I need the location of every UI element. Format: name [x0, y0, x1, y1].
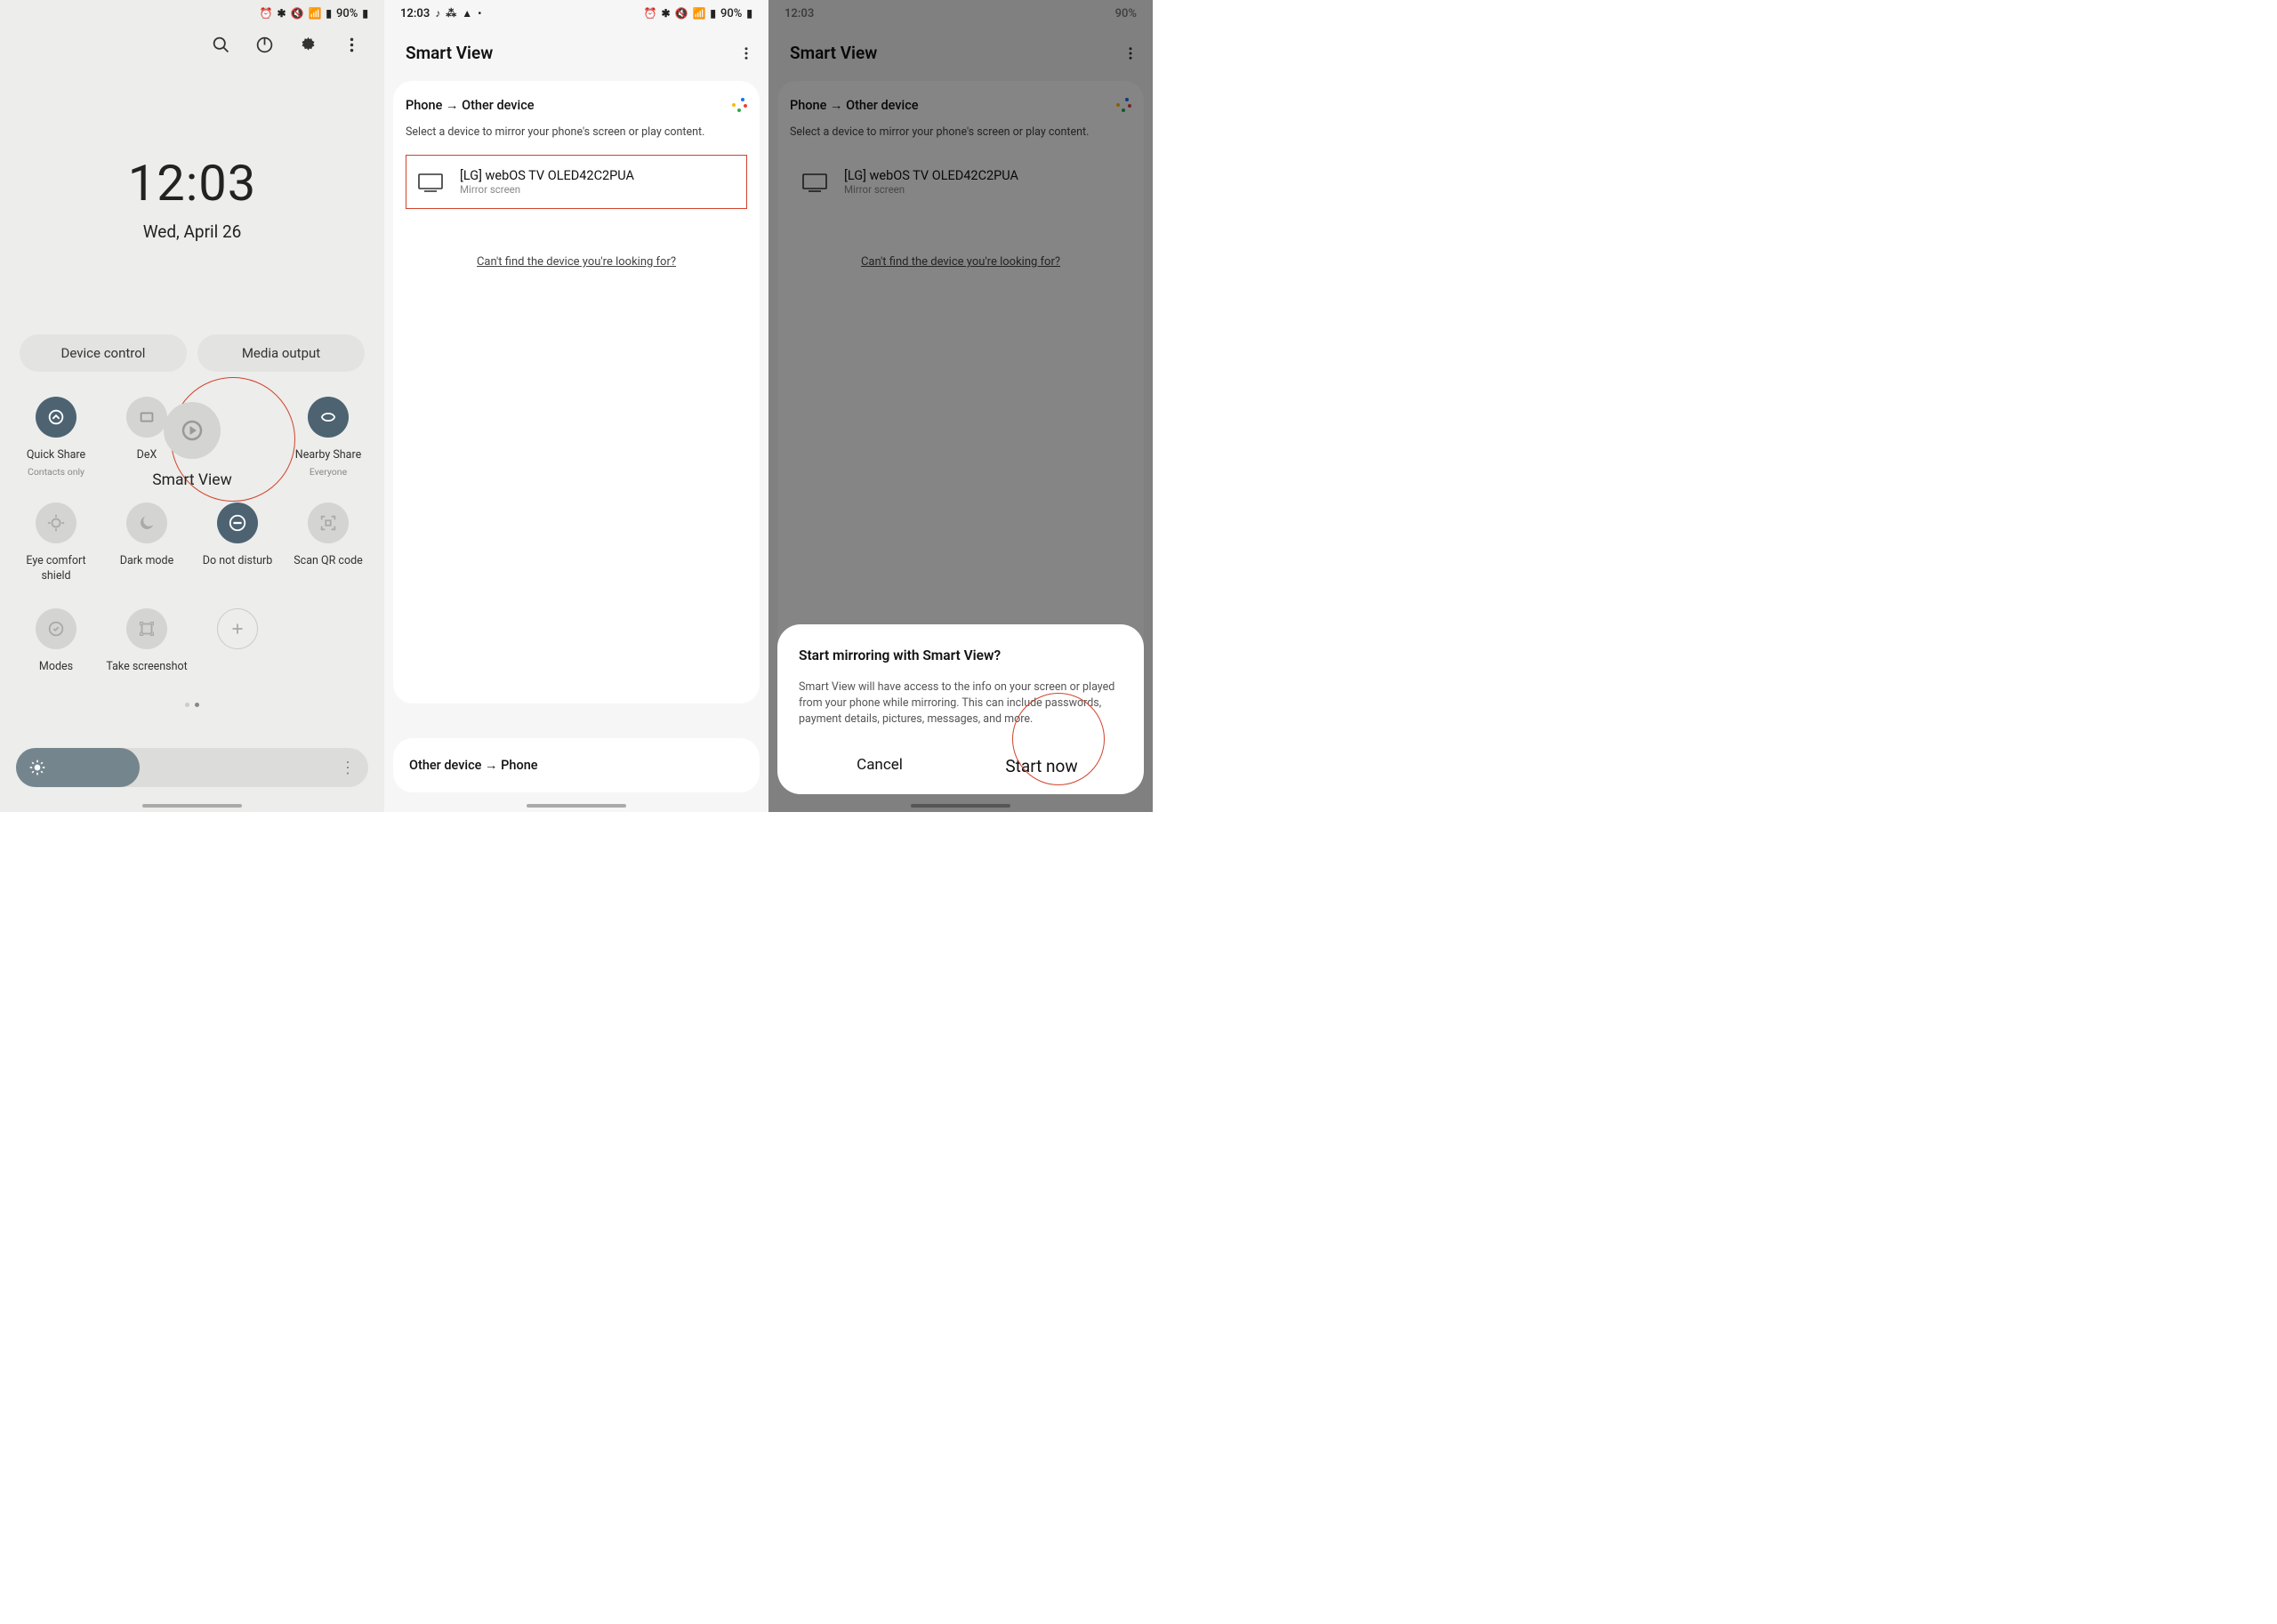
nav-bar[interactable] [911, 804, 1010, 808]
phone-to-device-card: Phone → Other device Select a device to … [393, 81, 760, 703]
hint-text: Select a device to mirror your phone's s… [406, 125, 747, 139]
battery-icon: ▮ [362, 7, 368, 20]
dnd-icon [228, 513, 247, 533]
tile-modes[interactable]: Modes [11, 608, 101, 674]
cast-icon [179, 417, 205, 444]
battery-percent: 90% [336, 7, 358, 20]
bluetooth-icon: ✱ [661, 7, 670, 20]
notif-icon: ⁂ [446, 7, 456, 20]
device-name: [LG] webOS TV OLED42C2PUA [460, 168, 634, 183]
smart-view-screen: 12:03 ♪ ⁂ ▲ • ⏰ ✱ 🔇 📶 ▮ 90% ▮ Smart View… [384, 0, 768, 812]
brightness-more-icon[interactable]: ⋮ [340, 759, 356, 777]
mute-icon: 🔇 [675, 7, 688, 20]
dialog-body: Smart View will have access to the info … [799, 679, 1122, 728]
confirm-dialog: Start mirroring with Smart View? Smart V… [777, 624, 1144, 794]
notif-icon: ♪ [435, 7, 440, 20]
tile-add[interactable] [192, 608, 283, 674]
media-output-button[interactable]: Media output [197, 334, 365, 372]
alarm-icon: ⏰ [644, 7, 657, 20]
mute-icon: 🔇 [291, 7, 304, 20]
search-icon[interactable] [212, 36, 230, 54]
notif-icon: ▲ [462, 7, 472, 20]
smart-view-confirm-screen: 12:03 90% Smart View Phone → Other devic… [768, 0, 1153, 812]
more-icon[interactable] [342, 36, 361, 54]
device-control-button[interactable]: Device control [20, 334, 187, 372]
clock: 12:03 Wed, April 26 [0, 154, 384, 242]
page-title: Smart View [406, 43, 493, 63]
quick-tiles: Quick Share Contacts only DeX Smart View… [0, 397, 384, 699]
device-subtext: Mirror screen [460, 183, 634, 196]
battery-icon: ▮ [746, 7, 752, 20]
screenshot-icon [137, 619, 157, 639]
bluetooth-icon: ✱ [277, 7, 286, 20]
direction-label: Other device → Phone [409, 758, 744, 773]
device-to-phone-card[interactable]: Other device → Phone [393, 738, 760, 792]
tv-icon [417, 172, 444, 193]
nav-bar[interactable] [527, 804, 626, 808]
alarm-icon: ⏰ [260, 7, 273, 20]
signal-icon: ▮ [326, 7, 332, 20]
quick-settings-panel: ⏰ ✱ 🔇 📶 ▮ 90% ▮ 12:03 Wed, April 26 Devi… [0, 0, 384, 812]
tile-smart-view[interactable]: Smart View [192, 397, 283, 478]
battery-percent: 90% [720, 7, 742, 20]
tile-eye-comfort[interactable]: Eye comfort shield [11, 502, 101, 583]
clock-time: 12:03 [0, 154, 384, 213]
qr-icon [318, 513, 338, 533]
more-icon[interactable] [738, 45, 754, 61]
signal-icon: ▮ [710, 7, 716, 20]
status-bar: 12:03 ♪ ⁂ ▲ • ⏰ ✱ 🔇 📶 ▮ 90% ▮ [384, 0, 768, 25]
plus-icon [228, 619, 247, 639]
settings-gear-icon[interactable] [299, 36, 318, 54]
wifi-icon: 📶 [692, 7, 705, 20]
tile-screenshot[interactable]: Take screenshot [101, 608, 192, 674]
modes-icon [46, 619, 66, 639]
brightness-icon [28, 759, 46, 776]
clock-date: Wed, April 26 [0, 221, 384, 242]
loading-indicator-icon [731, 97, 747, 113]
power-icon[interactable] [255, 36, 274, 54]
clock-small: 12:03 [400, 7, 430, 20]
direction-label: Phone → Other device [406, 98, 535, 113]
brightness-slider[interactable]: ⋮ [16, 748, 368, 787]
tile-scan-qr[interactable]: Scan QR code [283, 502, 374, 583]
tile-dnd[interactable]: Do not disturb [192, 502, 283, 583]
cant-find-link[interactable]: Can't find the device you're looking for… [406, 255, 747, 269]
tile-dark-mode[interactable]: Dark mode [101, 502, 192, 583]
eye-shield-icon [46, 513, 66, 533]
page-indicator [0, 703, 384, 707]
nav-bar[interactable] [142, 804, 242, 808]
wifi-icon: 📶 [308, 7, 321, 20]
moon-icon [137, 513, 157, 533]
device-list-item[interactable]: [LG] webOS TV OLED42C2PUA Mirror screen [406, 155, 747, 209]
start-now-button[interactable]: Start now [961, 756, 1122, 776]
more-notif-icon: • [478, 7, 481, 20]
dialog-title: Start mirroring with Smart View? [799, 647, 1122, 663]
status-bar: ⏰ ✱ 🔇 📶 ▮ 90% ▮ [0, 0, 384, 25]
cancel-button[interactable]: Cancel [799, 756, 961, 776]
